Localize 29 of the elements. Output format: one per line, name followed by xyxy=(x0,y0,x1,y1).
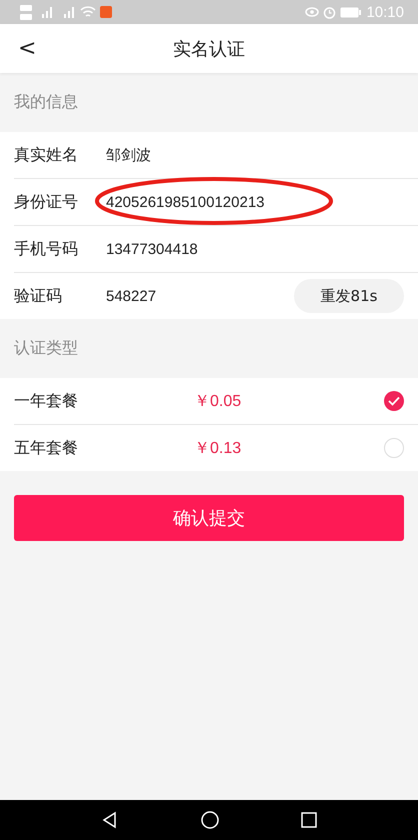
resend-button[interactable]: 重发81s xyxy=(294,279,404,313)
back-nav-icon[interactable] xyxy=(101,811,119,829)
plan-price: ￥0.13 xyxy=(194,438,242,458)
back-button[interactable]: < xyxy=(0,36,54,61)
plan-name: 一年套餐 xyxy=(14,390,79,412)
plan-price: ￥0.05 xyxy=(194,392,242,412)
battery-icon xyxy=(340,6,362,18)
field-value: 4205261985100120213 xyxy=(106,194,265,210)
field-value: 548227 xyxy=(106,288,156,304)
radio-button[interactable] xyxy=(384,438,404,458)
section-title: 我的信息 xyxy=(13,92,79,113)
field-value: 邹剑波 xyxy=(106,146,151,164)
alarm-icon xyxy=(323,6,336,18)
check-icon xyxy=(388,396,400,406)
field-label: 身份证号 xyxy=(14,192,79,212)
field-label: 验证码 xyxy=(14,286,63,306)
recents-nav-icon[interactable] xyxy=(301,812,317,828)
field-label: 手机号码 xyxy=(14,238,79,260)
home-nav-icon[interactable] xyxy=(201,811,219,829)
field-value: 13477304418 xyxy=(106,240,198,258)
radio-button[interactable] xyxy=(384,391,404,411)
section-title: 认证类型 xyxy=(13,338,79,359)
app-icon xyxy=(100,6,112,18)
eye-icon xyxy=(305,6,320,18)
plan-name: 五年套餐 xyxy=(14,438,79,458)
submit-button[interactable]: 确认提交 xyxy=(14,495,404,541)
page-title: 实名认证 xyxy=(173,38,245,60)
field-label: 真实姓名 xyxy=(14,144,79,166)
wifi-icon xyxy=(80,6,96,18)
